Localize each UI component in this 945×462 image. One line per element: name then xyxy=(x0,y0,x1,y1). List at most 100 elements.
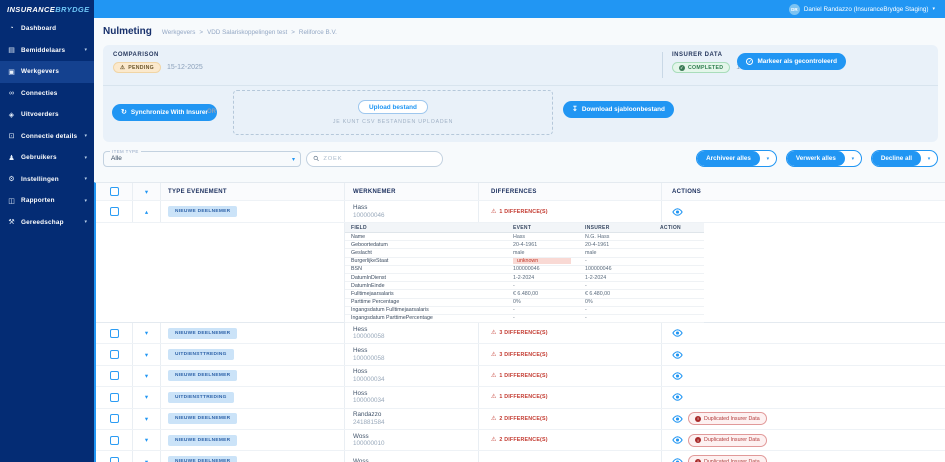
row-checkbox[interactable] xyxy=(109,414,119,424)
row-checkbox[interactable] xyxy=(109,328,119,338)
row-checkbox[interactable] xyxy=(109,435,119,445)
upload-file-button[interactable]: Upload bestand xyxy=(358,100,428,114)
detail-field-name: Parttime Percentage xyxy=(351,299,400,306)
search-field xyxy=(306,150,443,167)
event-type-badge: NIEUWE DEELNEMER xyxy=(168,434,238,446)
header-type-evenement: TYPE EVENEMENT xyxy=(161,183,345,200)
expand-chevron-icon[interactable]: ▾ xyxy=(145,458,148,462)
download-icon: ↧ xyxy=(572,106,578,113)
comparison-label: COMPARISON xyxy=(113,52,159,58)
employee-number: 100000046 xyxy=(353,211,385,219)
expand-chevron-icon[interactable]: ▾ xyxy=(145,415,148,423)
eye-icon[interactable] xyxy=(672,350,683,359)
detail-header-insurer: INSURER xyxy=(585,224,610,231)
breadcrumb-link-werkgevers[interactable]: Werkgevers xyxy=(162,29,195,36)
download-template-button[interactable]: ↧ Download sjabloonbestand xyxy=(563,101,674,118)
differences-detail-table: FIELD EVENT INSURER ACTION Name Hass N.G… xyxy=(344,223,704,324)
error-icon: ! xyxy=(695,437,701,444)
process-all-button[interactable]: Verwerk alles ▾ xyxy=(785,150,862,167)
user-menu[interactable]: DR Daniel Randazzo (InsuranceBrydge Stag… xyxy=(788,3,945,15)
sidebar-item[interactable]: ⚙ Instellingen ▾ xyxy=(0,169,94,191)
sidebar-item[interactable]: ◔ Dashboard xyxy=(0,18,94,40)
sidebar-item-label: Dashboard xyxy=(21,25,57,33)
chevron-down-icon: ▾ xyxy=(291,156,295,163)
breadcrumb-separator: > xyxy=(291,29,295,36)
archive-all-button[interactable]: Archiveer alles ▾ xyxy=(696,150,777,167)
eye-icon[interactable] xyxy=(672,329,683,337)
expand-chevron-icon[interactable]: ▾ xyxy=(145,351,148,359)
eye-icon[interactable] xyxy=(672,436,683,444)
sidebar-item-label: Bemiddelaars xyxy=(21,46,66,54)
row-checkbox[interactable] xyxy=(109,457,119,462)
eye-icon[interactable] xyxy=(672,414,683,423)
row-checkbox[interactable] xyxy=(109,392,119,402)
warning-icon: ⚠ xyxy=(491,415,497,422)
employee-name: Hoss xyxy=(353,389,368,397)
synchronize-button[interactable]: ↻ Synchronize With Insurer xyxy=(112,104,217,121)
chevron-down-icon: ▾ xyxy=(84,219,87,226)
sidebar: ◔ Dashboard ▤ Bemiddelaars ▾ ▣ Werkgever… xyxy=(0,18,94,462)
detail-row: DatumInEinde - - xyxy=(345,282,704,291)
detail-field-name: BSN xyxy=(351,266,362,273)
breadcrumb-link-company[interactable]: Reliforce B.V. xyxy=(299,29,337,36)
search-input[interactable] xyxy=(323,155,436,162)
expand-chevron-icon[interactable]: ▾ xyxy=(145,329,148,337)
expand-chevron-icon[interactable]: ▾ xyxy=(145,393,148,401)
table-row: ▾ NIEUWE DEELNEMER Randazzo 241881584 ⚠ … xyxy=(96,408,945,430)
error-icon: ! xyxy=(695,458,701,462)
item-type-select[interactable]: ITEM TYPE Alle ▾ xyxy=(103,148,301,167)
item-type-value: Alle xyxy=(111,154,122,162)
eye-icon[interactable] xyxy=(672,457,683,462)
breadcrumb-link-koppeling[interactable]: VDD Salariskoppelingen test xyxy=(207,29,287,36)
differences-cell: ⚠ 1 DIFFERENCE(S) xyxy=(491,208,548,215)
detail-event-value: - xyxy=(513,307,515,314)
bulk-actions: Archiveer alles ▾ Verwerk alles ▾ Declin… xyxy=(696,150,938,167)
check-icon: ✓ xyxy=(746,58,754,65)
chevron-down-icon[interactable]: ▾ xyxy=(760,151,776,166)
sidebar-item[interactable]: ♟ Gebruikers ▾ xyxy=(0,147,94,169)
select-all-checkbox[interactable] xyxy=(109,187,119,196)
detail-row: Geslacht male male xyxy=(345,249,704,258)
logo-secondary: BRYDGE xyxy=(55,4,90,14)
expand-chevron-icon[interactable]: ▾ xyxy=(145,372,148,380)
mark-controlled-button[interactable]: ✓ Markeer als gecontroleerd xyxy=(737,53,846,70)
chevron-down-icon[interactable]: ▾ xyxy=(845,151,861,166)
sidebar-item[interactable]: ◈ Uitvoerders xyxy=(0,104,94,126)
brand-logo[interactable]: INSURANCE BRYDGE xyxy=(0,0,94,18)
duplicated-insurer-badge: ! Duplicated Insurer Data xyxy=(688,412,767,426)
event-type-badge: UITDIENSTTREDING xyxy=(168,391,234,403)
collapse-chevron-icon[interactable]: ▴ xyxy=(145,208,148,216)
chevron-down-icon[interactable]: ▾ xyxy=(921,151,937,166)
eye-icon[interactable] xyxy=(672,372,683,380)
detail-row: BSN 100000046 100000046 xyxy=(345,266,704,274)
sidebar-item[interactable]: ⊡ Connectie details ▾ xyxy=(0,126,94,148)
main-content: Nulmeting Werkgevers > VDD Salariskoppel… xyxy=(94,18,945,462)
table-row: ▾ NIEUWE DEELNEMER Woss 100000010 ⚠ 2 DI… xyxy=(96,429,945,452)
warning-icon: ⚠ xyxy=(491,394,497,401)
dashboard-icon: ◔ xyxy=(9,25,14,33)
lock-icon: ⊡ xyxy=(8,133,15,141)
differences-cell: ⚠ 2 DIFFERENCE(S) xyxy=(491,437,548,444)
row-checkbox[interactable] xyxy=(109,371,119,381)
sidebar-item[interactable]: ◫ Rapporten ▾ xyxy=(0,190,94,212)
expand-chevron-icon[interactable]: ▾ xyxy=(145,436,148,444)
detail-event-value: 100000046 xyxy=(513,266,540,273)
events-table: ▾ TYPE EVENEMENT WERKNEMER DIFFERENCES A… xyxy=(94,182,945,462)
werknemer-cell: Randazzo 241881584 xyxy=(345,408,479,429)
detail-event-value: male xyxy=(513,249,525,256)
eye-icon[interactable] xyxy=(672,393,683,402)
sidebar-item[interactable]: ∞ Connecties xyxy=(0,83,94,105)
detail-field-name: Geboortedatum xyxy=(351,241,388,248)
collapse-all-chevron-icon[interactable]: ▾ xyxy=(145,188,148,196)
chart-icon: ◫ xyxy=(8,197,15,205)
sidebar-item[interactable]: ▤ Bemiddelaars ▾ xyxy=(0,40,94,62)
decline-all-button[interactable]: Decline all ▾ xyxy=(870,150,938,167)
sidebar-item-label: Rapporten xyxy=(21,197,55,205)
upload-dropzone[interactable]: Upload bestand JE KUNT CSV BESTANDEN UPL… xyxy=(233,90,553,135)
error-icon: ! xyxy=(695,415,701,422)
row-checkbox[interactable] xyxy=(109,350,119,360)
eye-icon[interactable] xyxy=(672,207,683,216)
sidebar-item[interactable]: ▣ Werkgevers xyxy=(0,61,94,83)
row-checkbox[interactable] xyxy=(109,207,119,216)
sidebar-item[interactable]: ⚒ Gereedschap ▾ xyxy=(0,212,94,234)
